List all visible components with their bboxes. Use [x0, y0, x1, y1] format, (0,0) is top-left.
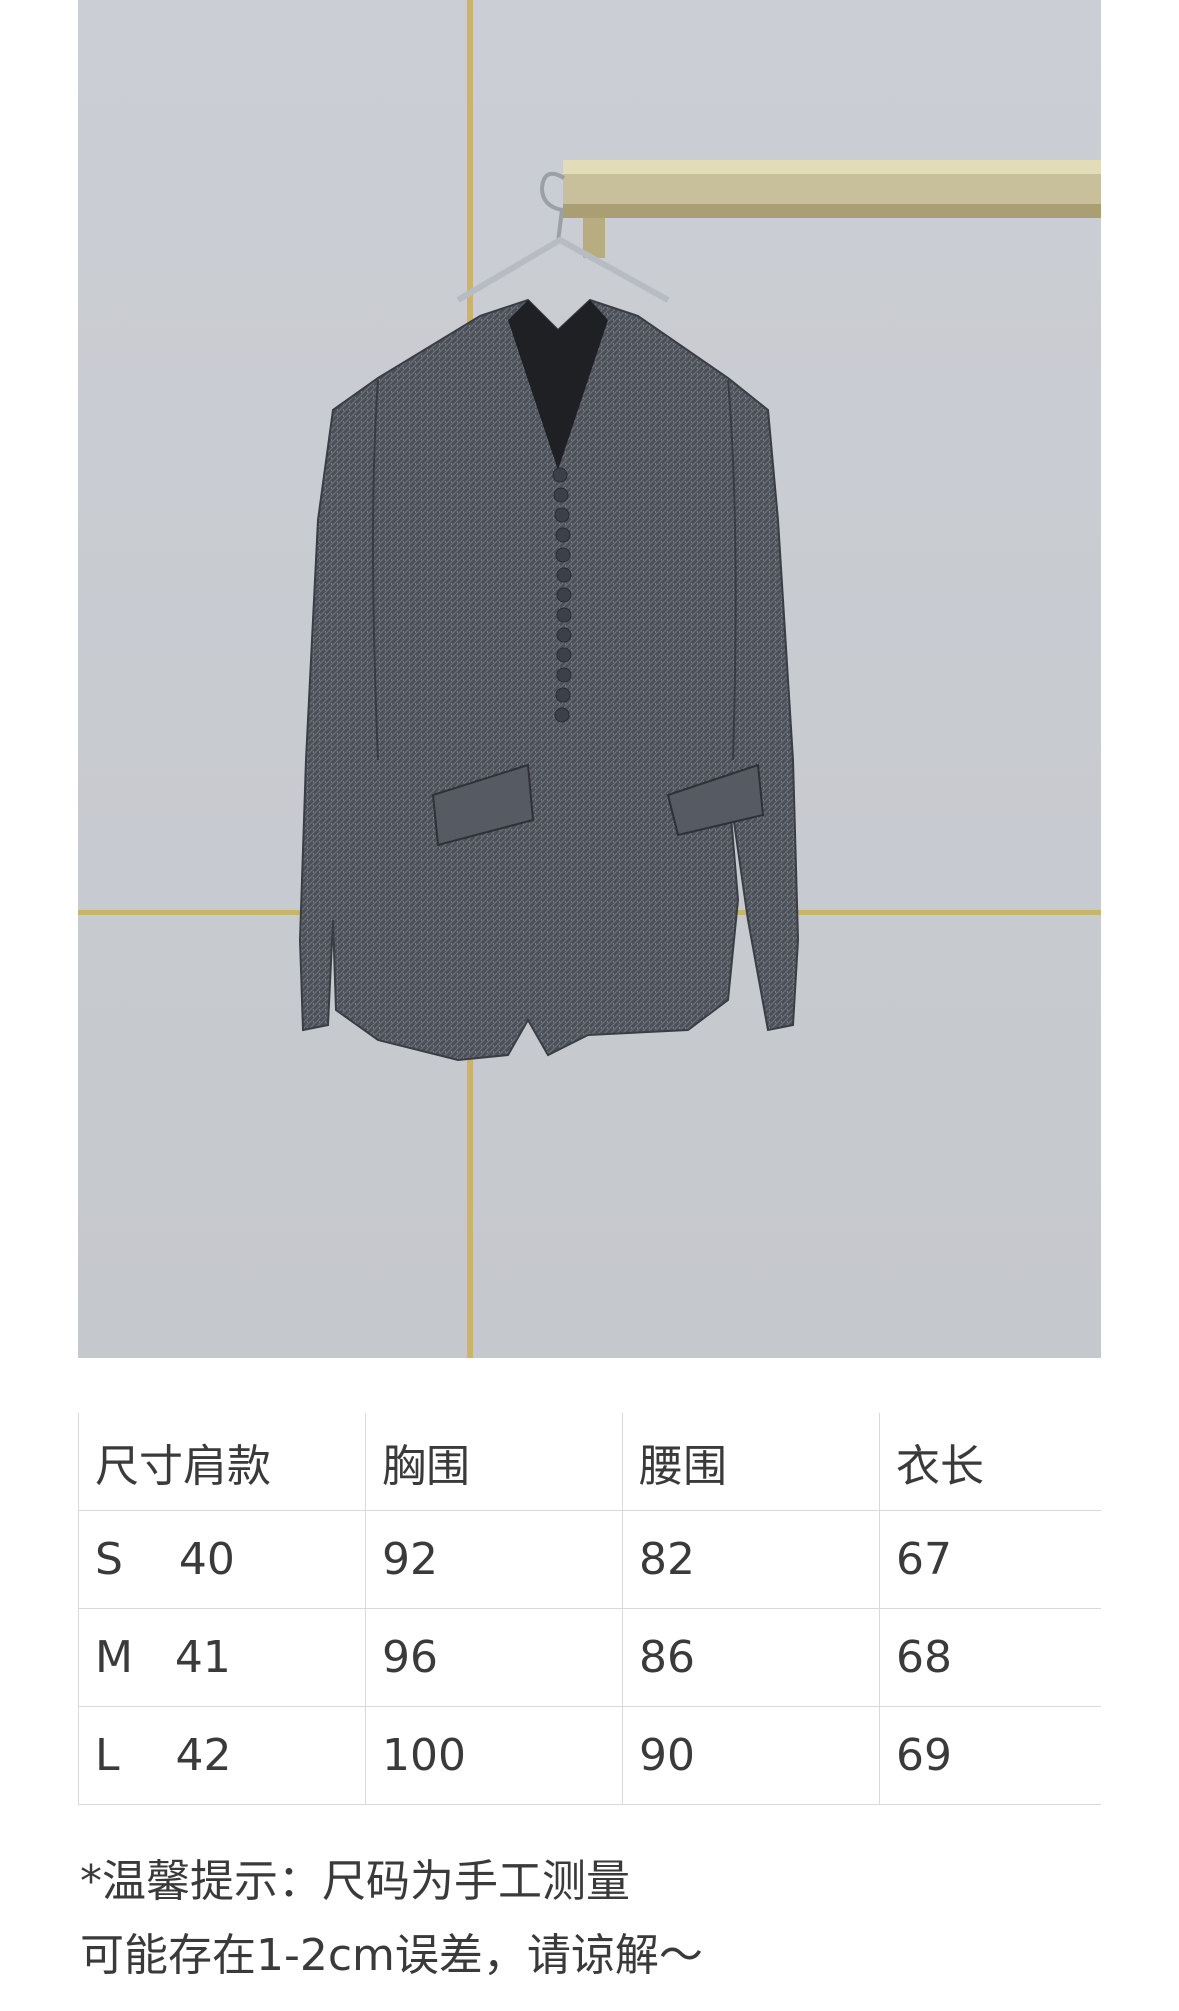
size-chart-table: 尺寸肩款 胸围 腰围 衣长 S 40 92 82 67 M 41 96 86 6… — [78, 1413, 1101, 1805]
table-cell: 100 — [365, 1706, 623, 1805]
table-cell: M 41 — [78, 1608, 366, 1707]
table-header-row: 尺寸肩款 胸围 腰围 衣长 — [78, 1413, 1101, 1511]
table-cell: 68 — [879, 1608, 1101, 1707]
table-cell: 92 — [365, 1510, 623, 1609]
note-line: 可能存在1-2cm误差，请谅解～ — [80, 1930, 703, 1981]
table-cell: S 40 — [78, 1510, 366, 1609]
jacket-photo-illustration — [78, 0, 1101, 1358]
product-photo — [78, 0, 1101, 1358]
table-cell: 67 — [879, 1510, 1101, 1609]
table-cell: L 42 — [78, 1706, 366, 1805]
table-row: S 40 92 82 67 — [78, 1510, 1101, 1609]
table-cell: 90 — [622, 1706, 880, 1805]
table-cell: 82 — [622, 1510, 880, 1609]
table-row: M 41 96 86 68 — [78, 1608, 1101, 1707]
note-line: *温馨提示：尺码为手工测量 — [80, 1856, 630, 1907]
table-cell: 96 — [365, 1608, 623, 1707]
header-cell: 胸围 — [365, 1413, 623, 1511]
measurement-note: *温馨提示：尺码为手工测量 可能存在1-2cm误差，请谅解～ — [80, 1845, 703, 1993]
table-row: L 42 100 90 69 — [78, 1706, 1101, 1805]
table-cell: 86 — [622, 1608, 880, 1707]
header-cell: 尺寸肩款 — [78, 1413, 366, 1511]
table-cell: 69 — [879, 1706, 1101, 1805]
header-cell: 腰围 — [622, 1413, 880, 1511]
header-cell: 衣长 — [879, 1413, 1101, 1511]
